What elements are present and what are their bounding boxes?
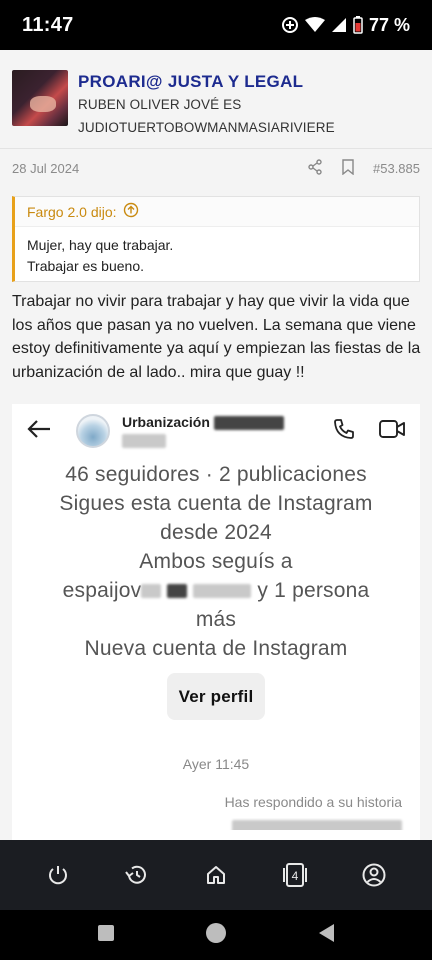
quote-header[interactable]: Fargo 2.0 dijo:: [15, 197, 419, 227]
status-time: 11:47: [22, 13, 74, 36]
post-meta: 28 Jul 2024 #53.885: [0, 148, 432, 188]
history-icon[interactable]: [122, 860, 152, 890]
redacted-mark: [232, 820, 402, 830]
bookmark-icon[interactable]: [341, 159, 355, 178]
screenshot-title: Urbanización: [122, 414, 210, 430]
tabs-count: 4: [292, 869, 299, 883]
share-icon[interactable]: [307, 159, 323, 178]
quote-line1: Mujer, hay que trabajar.: [27, 237, 174, 253]
data-saver-icon: [281, 16, 299, 34]
quote-body: Mujer, hay que trabajar. Trabajar es bue…: [15, 227, 419, 285]
screenshot-time: Ayer 11:45: [182, 756, 250, 772]
post-author: PROARI@ JUSTA Y LEGAL RUBEN OLIVER JOVÉ …: [0, 50, 432, 138]
arrow-left-icon: [26, 419, 52, 444]
mutual-prefix: espaijov: [62, 579, 142, 602]
screenshot-icons: [332, 417, 406, 446]
status-icons: 77 %: [281, 15, 410, 36]
forum-post: PROARI@ JUSTA Y LEGAL RUBEN OLIVER JOVÉ …: [0, 50, 432, 840]
recents-icon[interactable]: [97, 924, 115, 947]
video-camera-icon: [378, 418, 406, 445]
quote-line2: Trabajar es bueno.: [27, 258, 144, 274]
system-nav: [0, 910, 432, 960]
power-icon[interactable]: [43, 860, 73, 890]
view-profile-button: Ver perfil: [166, 673, 266, 720]
screenshot-title-block: Urbanización: [122, 413, 284, 449]
home-circle-icon[interactable]: [205, 922, 227, 949]
redacted-mark: [193, 584, 252, 599]
signal-icon: [331, 17, 347, 33]
battery-percent: 77 %: [368, 14, 410, 35]
redacted-mark: [141, 584, 162, 599]
screenshot-new-account: Nueva cuenta de Instagram: [84, 637, 348, 660]
instagram-avatar: [76, 414, 110, 448]
redacted-mark: [213, 416, 284, 431]
quote-block: Fargo 2.0 dijo: Mujer, hay que trabajar.…: [12, 196, 420, 282]
arrow-up-circle-icon[interactable]: [123, 202, 139, 221]
screenshot-reply: Has respondido a su historia: [224, 794, 402, 810]
redacted-mark: [122, 434, 166, 449]
redacted-mark: [167, 584, 188, 599]
home-icon[interactable]: [201, 860, 231, 890]
screenshot-profile-info: 46 seguidores · 2 publicaciones Sigues e…: [12, 460, 420, 720]
author-signature-line2: JUDIOTUERTOBOWMANMASIARIVIERE: [78, 120, 335, 135]
screenshot-header: Urbanización: [12, 404, 420, 458]
bottom-nav: 4: [0, 840, 432, 910]
tabs-icon[interactable]: 4: [280, 860, 310, 890]
post-actions: #53.885: [307, 159, 420, 178]
mutual-suffix: y 1 persona: [257, 579, 370, 602]
post-message: Trabajar no vivir para trabajar y hay qu…: [12, 293, 421, 381]
embedded-screenshot[interactable]: Urbanización 46 seguidores · 2 publicaci…: [12, 404, 420, 840]
screenshot-cut-text: [12, 818, 420, 830]
author-signature-line1: RUBEN OLIVER JOVÉ ES: [78, 97, 242, 112]
screenshot-following-1: Sigues esta cuenta de Instagram: [59, 492, 373, 515]
author-info: PROARI@ JUSTA Y LEGAL RUBEN OLIVER JOVÉ …: [78, 70, 335, 138]
screenshot-mutual-1: Ambos seguís a: [139, 550, 293, 573]
status-bar: 11:47 77 %: [0, 0, 432, 50]
screenshot-mutual-2: espaijov y 1 persona: [12, 576, 420, 605]
avatar[interactable]: [12, 70, 68, 126]
post-number[interactable]: #53.885: [373, 161, 420, 176]
post-date[interactable]: 28 Jul 2024: [12, 161, 79, 176]
wifi-icon: [304, 17, 325, 33]
screenshot-stats: 46 seguidores · 2 publicaciones: [65, 463, 367, 486]
account-icon[interactable]: [359, 860, 389, 890]
phone-icon: [332, 417, 356, 446]
quote-author[interactable]: Fargo 2.0 dijo:: [27, 204, 117, 220]
back-triangle-icon[interactable]: [317, 923, 335, 948]
screenshot-mutual-3: más: [195, 608, 237, 631]
screenshot-following-2: desde 2024: [160, 521, 272, 544]
author-name[interactable]: PROARI@ JUSTA Y LEGAL: [78, 72, 335, 92]
battery-icon: [353, 16, 363, 34]
